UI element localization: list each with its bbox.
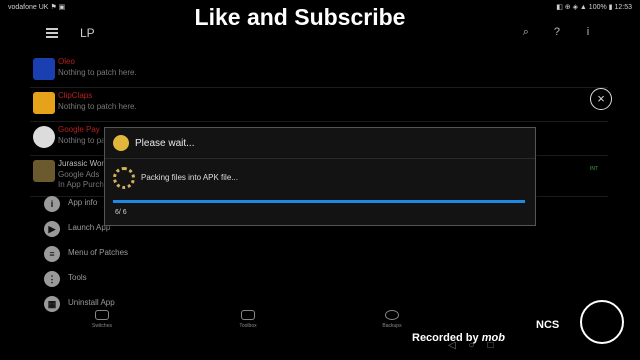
int-badge: INT: [589, 166, 598, 172]
play-icon: ▶: [44, 221, 60, 237]
clock-text: 12:53: [614, 4, 632, 11]
progress-bar-fill: [113, 200, 525, 203]
loading-spinner-icon: [113, 167, 135, 189]
recents-icon[interactable]: □: [487, 340, 493, 351]
progress-count: 6/ 6: [115, 209, 127, 216]
search-icon[interactable]: ⌕: [520, 26, 532, 39]
nav-backups[interactable]: Backups: [362, 310, 422, 329]
dialog-message: Packing files into APK file...: [141, 173, 238, 182]
app-status: Nothing to patch here.: [58, 102, 137, 111]
app-status-line: Google Ads: [58, 170, 100, 179]
menu-item-label: Uninstall App: [68, 298, 115, 307]
app-status: Nothing to patch here.: [58, 68, 137, 77]
nav-switches[interactable]: Switches: [72, 310, 132, 329]
nav-label: Backups: [382, 323, 402, 329]
app-row[interactable]: Oleo Nothing to patch here.: [30, 54, 608, 88]
app-bar: LP ⌕ ? i: [32, 18, 608, 48]
app-icon-google-pay: [33, 126, 55, 148]
menu-item-label: App info: [68, 198, 98, 207]
nav-label: Switches: [91, 323, 112, 329]
dialog-title: Please wait...: [135, 138, 195, 149]
tools-icon: ⋮: [44, 271, 60, 287]
lucky-patcher-icon: [113, 135, 129, 151]
app-icon-jurassic-world: [33, 160, 55, 182]
list-icon: ≡: [44, 246, 60, 262]
home-icon[interactable]: ○: [468, 340, 474, 351]
info-icon: i: [44, 196, 60, 212]
bottom-navigation: Switches Toolbox Backups: [32, 310, 608, 342]
app-name: Oleo: [58, 57, 75, 66]
app-name: Google Pay: [58, 125, 100, 134]
dialog-header: Please wait...: [105, 128, 535, 159]
progress-bar: [113, 200, 525, 203]
app-icon-oleo: [33, 58, 55, 80]
menu-item-label: Menu of Patches: [68, 248, 129, 257]
app-title: LP: [80, 26, 95, 40]
app-row[interactable]: ClipClaps Nothing to patch here.: [30, 88, 608, 122]
nav-toolbox[interactable]: Toolbox: [218, 310, 278, 329]
toolbox-icon: [241, 310, 255, 320]
info-icon[interactable]: i: [582, 26, 594, 38]
ncs-logo: NCS: [536, 319, 560, 331]
menu-item-label: Tools: [68, 273, 87, 282]
toggle-icon: [95, 310, 109, 320]
system-navigation: ◁ ○ □: [448, 340, 503, 351]
close-icon[interactable]: ×: [590, 88, 612, 110]
appbar-actions: ⌕ ? i: [504, 26, 594, 39]
help-icon[interactable]: ?: [551, 26, 563, 38]
app-name: ClipClaps: [58, 91, 93, 100]
app-name: Jurassic World: [58, 159, 111, 168]
progress-dialog: Please wait... Packing files into APK fi…: [104, 127, 536, 226]
record-button[interactable]: [580, 300, 624, 344]
restore-icon: [385, 310, 399, 320]
hamburger-menu-icon[interactable]: [46, 28, 58, 38]
app-icon-clipclaps: [33, 92, 55, 114]
nav-label: Toolbox: [239, 323, 257, 329]
back-icon[interactable]: ◁: [448, 340, 456, 351]
